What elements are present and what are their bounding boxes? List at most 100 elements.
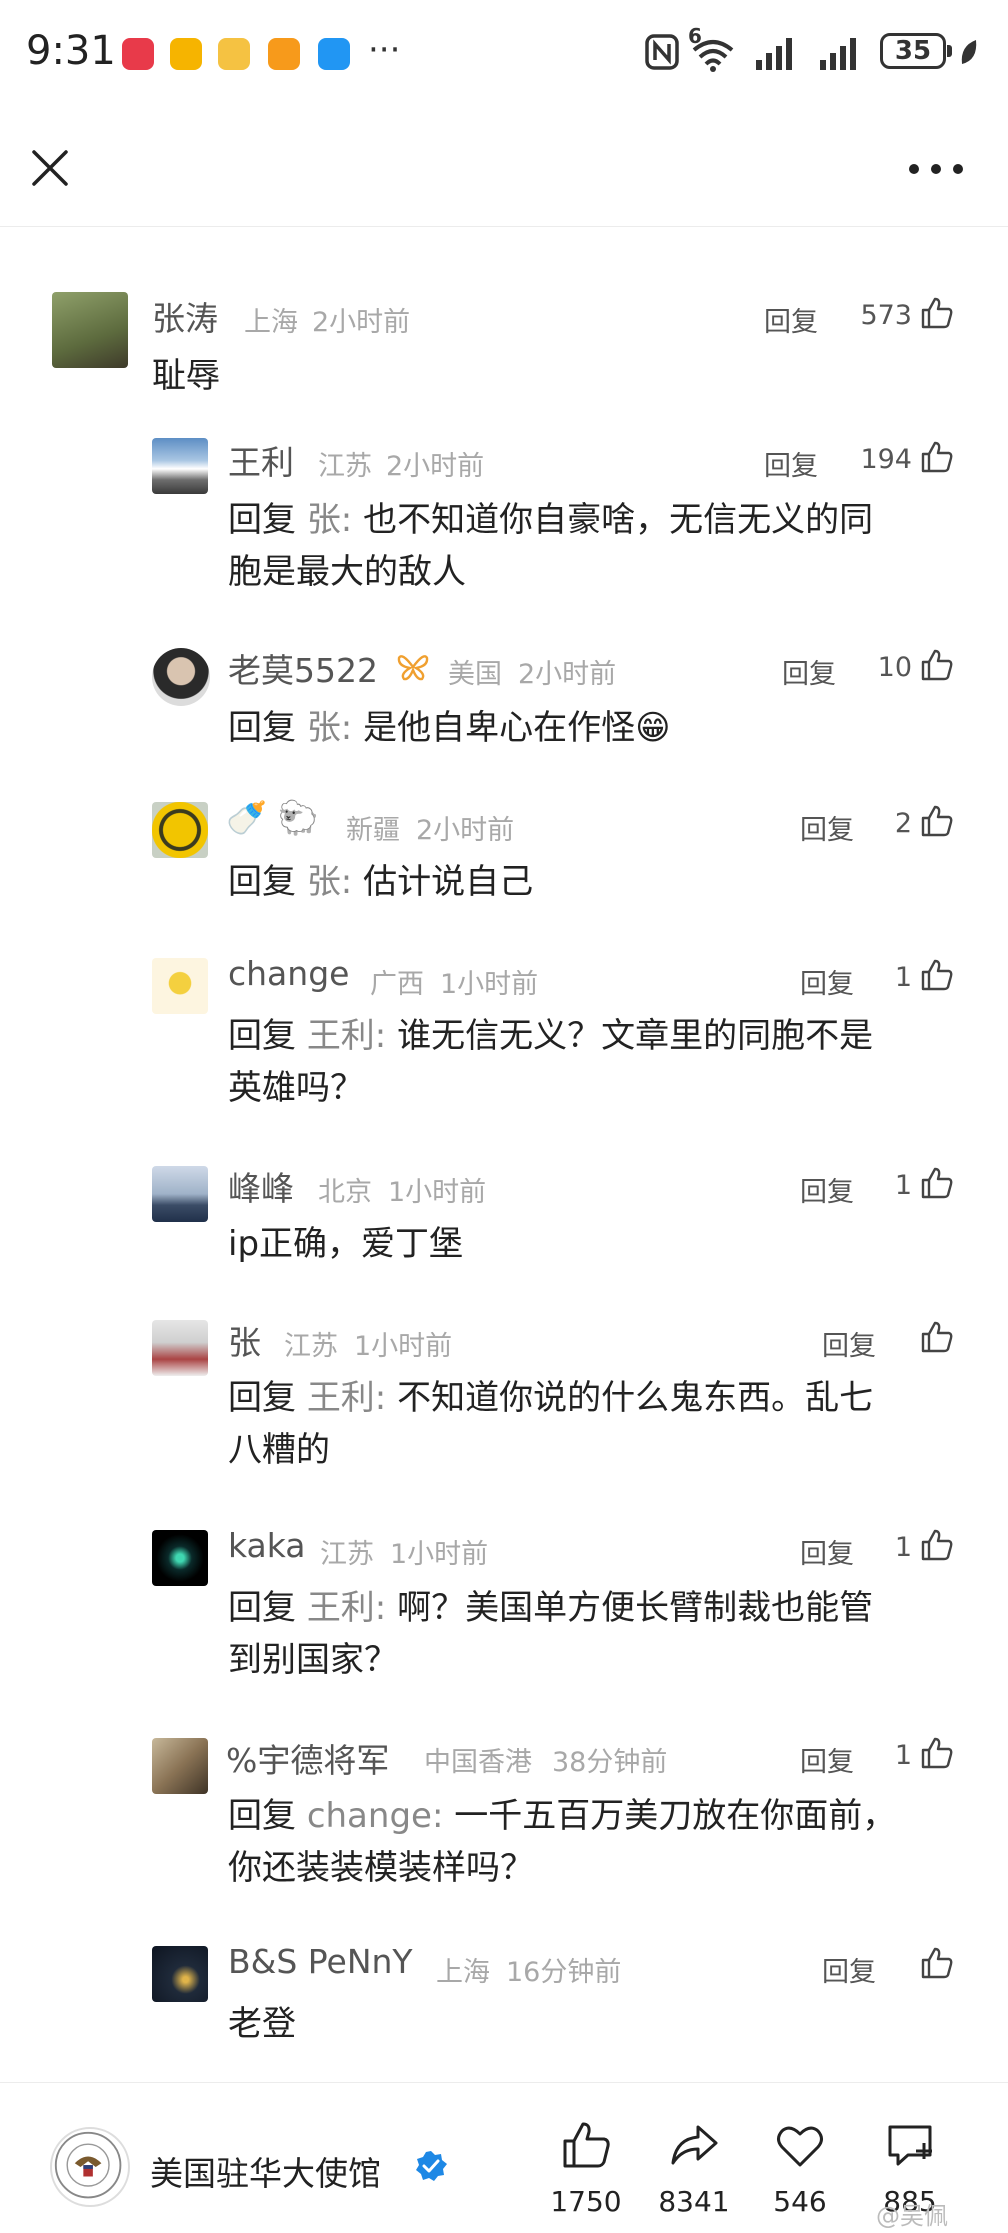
comment-time: 38分钟前: [552, 1747, 668, 1778]
comment-location: 江苏: [318, 451, 372, 482]
comment-username[interactable]: 张: [228, 1316, 261, 1364]
comment-location: 新疆: [346, 815, 400, 846]
comment-time: 2小时前: [312, 307, 411, 338]
battery-indicator: 35: [880, 33, 952, 69]
comment-username[interactable]: 王利: [228, 436, 294, 484]
avatar[interactable]: [152, 648, 210, 706]
comment-location: 北京: [318, 1177, 372, 1208]
avatar[interactable]: [152, 1320, 208, 1376]
reply-target[interactable]: 王利:: [307, 1016, 386, 1056]
account-name[interactable]: 美国驻华大使馆: [150, 2147, 381, 2195]
reply-prefix: 回复: [228, 862, 307, 902]
like-count: 573: [860, 300, 912, 331]
like-icon[interactable]: [920, 958, 954, 992]
more-options-icon[interactable]: [906, 162, 966, 176]
comment-text: 回复 张: 估计说自己: [228, 856, 968, 908]
reply-button[interactable]: 回复: [822, 1324, 876, 1363]
comment-text: 回复 王利: 谁无信无义？文章里的同胞不是 英雄吗？: [228, 1010, 968, 1114]
like-action[interactable]: 1750: [536, 2119, 636, 2218]
share-action[interactable]: 8341: [644, 2119, 744, 2218]
like-icon[interactable]: [920, 1736, 954, 1770]
like-icon[interactable]: [920, 804, 954, 838]
more-notifications-icon: ···: [368, 30, 401, 70]
comment-text: 回复 张: 也不知道你自豪啥，无信无义的同 胞是最大的敌人: [228, 494, 968, 598]
avatar[interactable]: [152, 802, 208, 858]
comment-username[interactable]: %宇德将军: [226, 1734, 389, 1782]
favorite-action[interactable]: 546: [750, 2119, 850, 2218]
like-icon[interactable]: [920, 648, 954, 682]
avatar[interactable]: [152, 958, 208, 1014]
reply-button[interactable]: 回复: [764, 444, 818, 483]
like-count: 1: [894, 1740, 912, 1771]
close-icon[interactable]: [28, 146, 72, 190]
comment-username[interactable]: 🍼 🐑: [226, 798, 319, 838]
comment-location: 中国香港: [424, 1747, 532, 1778]
like-icon[interactable]: [920, 1166, 954, 1200]
comment-time: 16分钟前: [506, 1957, 622, 1988]
reply-target[interactable]: 张:: [307, 500, 352, 540]
reply-target[interactable]: change:: [307, 1796, 444, 1836]
share-icon: [671, 2125, 718, 2165]
comment-time: 1小时前: [440, 969, 539, 1000]
comment-location: 江苏: [284, 1331, 338, 1362]
reply-prefix: 回复: [228, 708, 307, 748]
comment-username[interactable]: kaka: [228, 1526, 306, 1565]
reply-body: 估计说自己: [352, 862, 534, 902]
comment-time: 1小时前: [390, 1539, 489, 1570]
like-icon[interactable]: [920, 1528, 954, 1562]
avatar[interactable]: [152, 1946, 208, 2002]
share-count: 8341: [658, 2185, 730, 2218]
reply-target[interactable]: 张:: [307, 862, 352, 902]
like-icon[interactable]: [920, 1946, 954, 1980]
huawei-store-icon: [122, 38, 154, 70]
comment-username[interactable]: 峰峰: [228, 1162, 294, 1210]
comment-username[interactable]: 张涛: [152, 292, 218, 340]
comment-text: ip正确，爱丁堡: [228, 1224, 464, 1264]
thumbs-up-icon: [563, 2122, 610, 2168]
reply-target[interactable]: 张:: [307, 708, 352, 748]
reply-target[interactable]: 王利:: [307, 1588, 386, 1628]
comment-text: 回复 王利: 啊？美国单方便长臂制裁也能管 到别国家？: [228, 1582, 968, 1686]
like-icon[interactable]: [920, 440, 954, 474]
account-avatar[interactable]: [50, 2127, 130, 2207]
battery-saver-leaf-icon: [961, 40, 977, 64]
comment-text: 回复 change: 一千五百万美刀放在你面前， 你还装装模装样吗？: [228, 1790, 968, 1894]
avatar[interactable]: [152, 1166, 208, 1222]
like-count: 2: [894, 808, 912, 839]
reply-button[interactable]: 回复: [782, 652, 836, 691]
comment-username[interactable]: 老莫5522: [228, 644, 378, 692]
comment-username[interactable]: change: [228, 954, 349, 993]
network-type-label: 6: [688, 24, 702, 48]
like-icon[interactable]: [920, 296, 954, 330]
status-bar: 9:31 ··· 6 35: [0, 0, 1008, 110]
comment-time: 2小时前: [416, 815, 515, 846]
like-count: 194: [860, 444, 912, 475]
avatar[interactable]: [52, 292, 128, 368]
comment-text: 老登: [228, 2004, 296, 2044]
comment-location: 江苏: [320, 1539, 374, 1570]
like-count: 10: [877, 652, 912, 683]
comment-location: 上海: [244, 307, 298, 338]
like-count: 1: [894, 1532, 912, 1563]
comment-text: 回复 王利: 不知道你说的什么鬼东西。乱七 八糟的: [228, 1372, 968, 1476]
reply-prefix: 回复: [228, 1588, 307, 1628]
add-comment-icon: [888, 2125, 932, 2166]
reply-target[interactable]: 王利:: [307, 1378, 386, 1418]
comment-location: 上海: [436, 1957, 490, 1988]
avatar[interactable]: [152, 438, 208, 494]
signal-icon-1: [756, 38, 792, 70]
message-icon: [318, 38, 350, 70]
favorite-count: 546: [773, 2185, 827, 2218]
reply-body: 是他自卑心在作怪😁: [352, 708, 671, 748]
like-count: 1: [894, 962, 912, 993]
email-icon: [170, 38, 202, 70]
reply-button[interactable]: 回复: [764, 300, 818, 339]
like-icon[interactable]: [920, 1320, 954, 1354]
top-nav-bar: [0, 110, 1008, 227]
comment-time: 2小时前: [386, 451, 485, 482]
comment-username[interactable]: B&S PeNnY: [228, 1942, 413, 1981]
verified-badge-icon: [416, 2151, 447, 2181]
avatar[interactable]: [152, 1530, 208, 1586]
avatar[interactable]: [152, 1738, 208, 1794]
reply-button[interactable]: 回复: [822, 1950, 876, 1989]
